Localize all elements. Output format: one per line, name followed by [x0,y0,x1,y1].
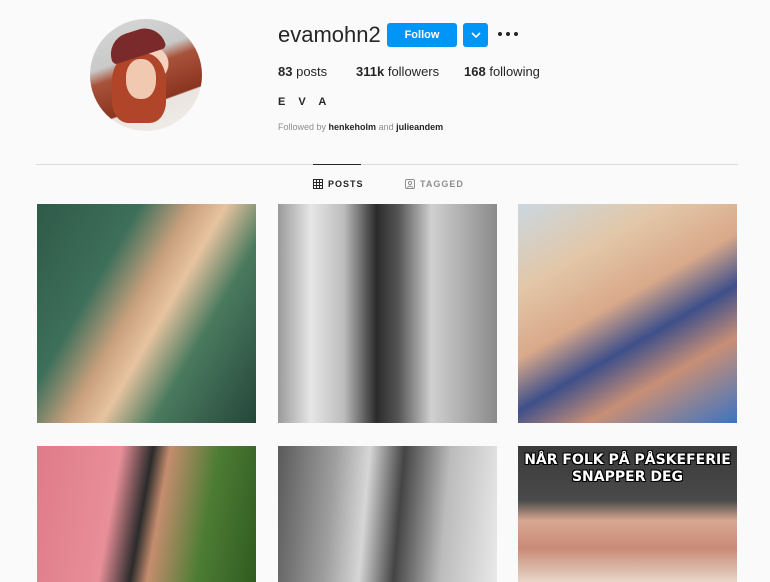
more-options-icon[interactable] [498,27,518,41]
chevron-down-icon [470,31,481,38]
meme-caption: NÅR FOLK PÅ PÅSKEFERIE SNAPPER DEG [524,452,731,485]
followed-by-joiner: and [378,122,394,132]
post-thumbnail[interactable] [278,446,497,582]
profile-username: evamohn2 [278,22,381,47]
followers-stat-label: followers [387,64,440,79]
grid-icon [313,179,323,189]
post-thumbnail[interactable] [37,446,256,582]
following-stat[interactable]: 168 following [464,64,540,79]
post-thumbnail[interactable] [518,204,737,423]
active-tab-indicator [313,164,361,165]
follow-button[interactable]: Follow [387,23,457,47]
following-count: 168 [464,64,486,79]
suggested-dropdown-button[interactable] [463,23,488,47]
followed-by-prefix: Followed by [278,122,327,132]
tab-posts[interactable]: POSTS [313,179,364,189]
avatar-face [126,59,156,99]
following-stat-label: following [489,64,540,79]
followers-count: 311k [356,64,385,79]
followed-by-user-2[interactable]: julieandem [396,122,443,132]
followed-by-text: Followed by henkeholm and julieandem [278,122,443,132]
post-thumbnail[interactable]: NÅR FOLK PÅ PÅSKEFERIE SNAPPER DEG [518,446,737,582]
tab-tagged-label: TAGGED [420,179,464,189]
tab-tagged[interactable]: TAGGED [405,179,464,189]
profile-avatar[interactable] [90,19,202,131]
tab-posts-label: POSTS [328,179,364,189]
posts-stat-label: posts [296,64,328,79]
profile-full-name: E V A [278,96,332,108]
tabs-divider [36,164,738,165]
followed-by-user-1[interactable]: henkeholm [329,122,377,132]
posts-count: 83 [278,64,293,79]
posts-stat: 83 posts [278,64,327,79]
post-thumbnail[interactable] [37,204,256,423]
tagged-user-icon [405,179,415,189]
followers-stat[interactable]: 311k followers [356,64,439,79]
post-thumbnail[interactable] [278,204,497,423]
